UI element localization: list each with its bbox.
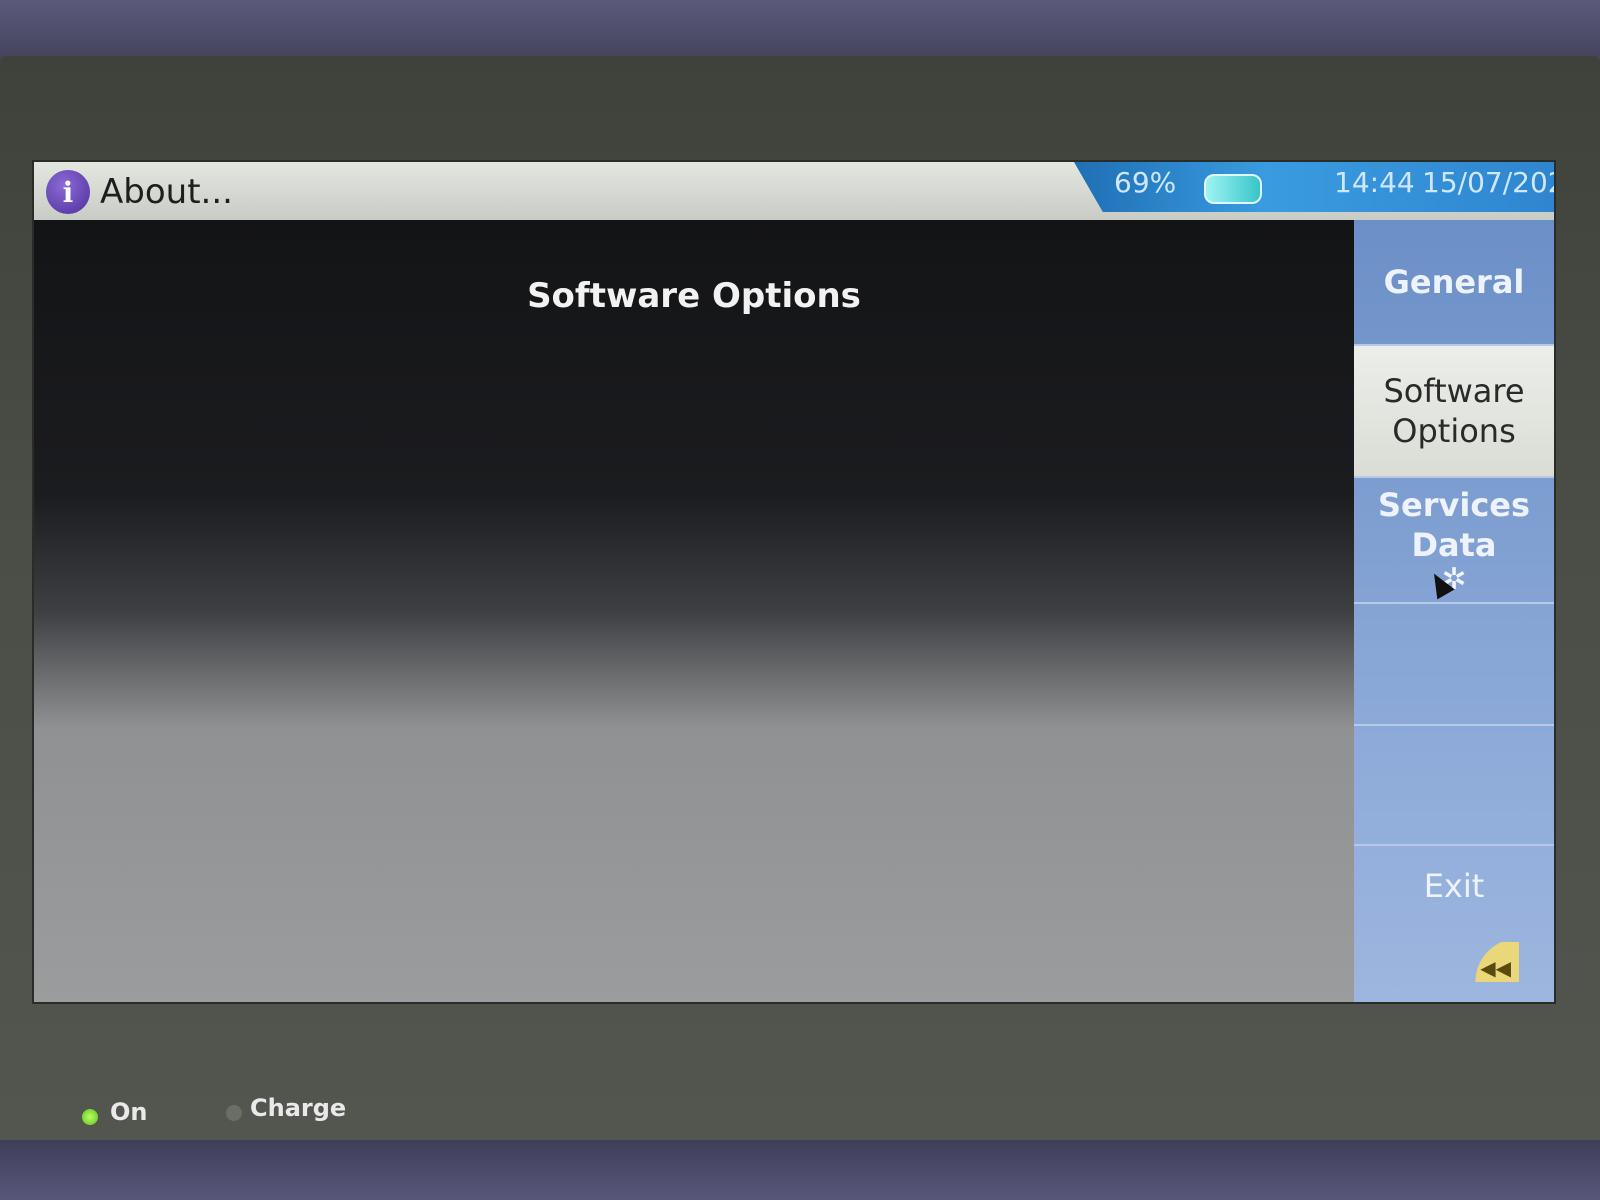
device-top-case xyxy=(0,0,1600,58)
page-title: Software Options xyxy=(527,276,861,316)
main-content: Software Options xyxy=(34,220,1354,1002)
menu-empty-slot-2[interactable] xyxy=(1354,726,1554,846)
menu-exit-label: Exit xyxy=(1423,867,1485,905)
device-bottom-case xyxy=(0,1140,1600,1200)
power-led-label: On xyxy=(110,1098,148,1126)
collapse-menu-icon[interactable]: ◀◀ xyxy=(1459,942,1519,982)
clock-time: 14:44 xyxy=(1334,166,1415,199)
menu-software-options-label-line1: Software xyxy=(1383,372,1525,410)
clock-date: 15/07/2024 xyxy=(1422,166,1554,199)
menu-services-data-label-line1: Services xyxy=(1377,486,1531,524)
menu-services-data-button[interactable]: Services Data ✲ xyxy=(1354,478,1554,604)
charge-led-label: Charge xyxy=(250,1094,347,1122)
power-led-icon xyxy=(82,1109,98,1125)
title-bar: i About... 69% 14:44 15/07/2024 xyxy=(34,162,1554,220)
menu-software-options-label-line2: Options xyxy=(1392,412,1516,450)
menu-empty-slot-1[interactable] xyxy=(1354,604,1554,726)
info-icon: i xyxy=(46,170,90,214)
menu-general-button[interactable]: General xyxy=(1354,220,1554,346)
charge-led-icon xyxy=(226,1105,242,1121)
window-title: About... xyxy=(100,172,233,212)
side-menu: General Software Options Services Data ✲… xyxy=(1354,220,1554,1002)
menu-software-options-button[interactable]: Software Options xyxy=(1354,346,1554,478)
menu-services-data-label-line2: Data xyxy=(1411,526,1497,564)
battery-icon xyxy=(1204,174,1262,204)
device-screen: i About... 69% 14:44 15/07/2024 Software… xyxy=(32,160,1556,1004)
battery-percent: 69% xyxy=(1114,166,1177,199)
menu-general-label: General xyxy=(1383,263,1525,301)
menu-exit-button[interactable]: Exit xyxy=(1354,846,1554,926)
